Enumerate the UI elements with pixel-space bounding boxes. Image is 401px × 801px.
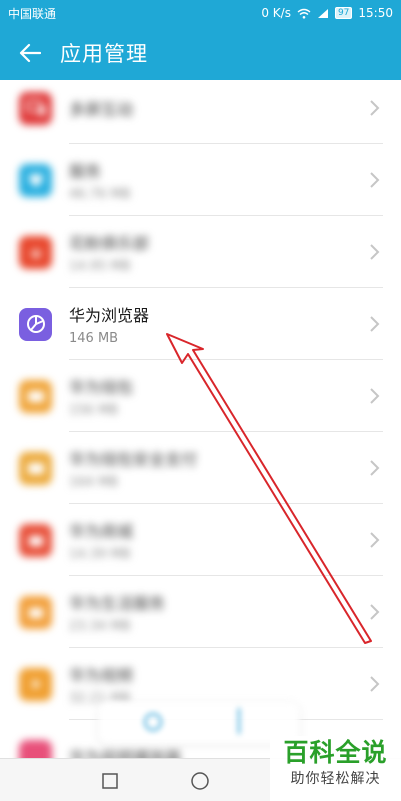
list-item-huawei-browser[interactable]: 华为浏览器 146 MB	[0, 288, 401, 360]
chevron-right-icon	[370, 244, 380, 260]
list-item-text: 华为生活服务 23.34 MB	[69, 576, 165, 648]
fans-club-app-icon	[19, 235, 52, 269]
storage-icon	[144, 713, 162, 731]
clock: 15:50	[358, 6, 393, 20]
carrier-label: 中国联通	[8, 6, 57, 21]
app-name: 华为视频播放器	[69, 748, 182, 758]
wallet-app-icon	[19, 379, 52, 413]
chevron-right-icon	[370, 460, 380, 476]
app-name: 华为浏览器	[69, 306, 150, 325]
chevron-right-icon	[370, 676, 380, 692]
arrow-left-icon	[19, 43, 41, 63]
home-button[interactable]	[170, 759, 230, 801]
app-size: 46.76 MB	[69, 187, 131, 202]
app-name: 华为商城	[69, 522, 134, 541]
list-item-text: 华为商城 14.39 MB	[69, 504, 133, 576]
browser-app-icon	[19, 307, 52, 341]
list-item[interactable]: 花粉俱乐部 14.95 MB	[0, 216, 401, 288]
app-size: 146 MB	[69, 331, 119, 346]
wallet-pay-app-icon	[19, 451, 52, 485]
square-icon	[102, 772, 118, 789]
app-size: 14.95 MB	[69, 259, 131, 274]
watermark: 百科全说 助你轻松解决	[270, 736, 401, 801]
service-app-icon	[19, 163, 52, 197]
watermark-subtitle: 助你轻松解决	[290, 771, 381, 787]
more-icon	[238, 708, 240, 734]
chevron-right-icon	[370, 172, 380, 188]
battery-icon: 97	[334, 7, 353, 19]
list-item-text: 多屏互动	[69, 80, 133, 144]
list-item-text: 服务 46.76 MB	[69, 144, 130, 216]
list-item-text: 华为浏览器 146 MB	[69, 288, 149, 360]
app-size: 14.39 MB	[69, 547, 131, 562]
status-right: 0 K/s 97 15:50	[261, 6, 393, 20]
app-name: 华为钱包	[69, 378, 134, 397]
app-size: 23.34 MB	[69, 619, 131, 634]
chevron-right-icon	[370, 316, 380, 332]
app-name: 华为视频	[69, 666, 134, 685]
mall-app-icon	[19, 523, 52, 557]
circle-icon	[191, 771, 209, 790]
list-item[interactable]: 多屏互动	[0, 80, 401, 144]
wifi-icon	[297, 8, 311, 19]
app-name: 多屏互动	[69, 100, 134, 119]
multiscreen-app-icon	[19, 91, 52, 125]
app-bar: 应用管理	[0, 26, 401, 80]
life-service-app-icon	[19, 595, 52, 629]
list-item-text: 华为钱包安全支付 164 MB	[69, 432, 197, 504]
app-list[interactable]: 多屏互动 服务 46.76 MB 花粉俱乐部 14.95 MB 华为浏览器 14…	[0, 80, 401, 758]
net-speed: 0 K/s	[261, 6, 291, 20]
chevron-right-icon	[370, 604, 380, 620]
signal-icon	[317, 8, 328, 18]
recent-apps-button[interactable]	[80, 759, 140, 801]
chevron-right-icon	[370, 100, 380, 116]
status-bar: 中国联通 0 K/s 97 15:50	[0, 0, 401, 26]
app-name: 华为钱包安全支付	[69, 450, 198, 469]
app-name: 花粉俱乐部	[69, 234, 150, 253]
app-name: 华为生活服务	[69, 594, 166, 613]
list-item[interactable]: 华为生活服务 23.34 MB	[0, 576, 401, 648]
chevron-right-icon	[370, 388, 380, 404]
list-item[interactable]: 华为钱包安全支付 164 MB	[0, 432, 401, 504]
video-player-app-icon	[19, 739, 52, 758]
page-title: 应用管理	[60, 42, 148, 66]
back-button[interactable]	[0, 26, 60, 80]
app-name: 服务	[69, 162, 102, 181]
list-item[interactable]: 华为商城 14.39 MB	[0, 504, 401, 576]
list-item[interactable]: 服务 46.76 MB	[0, 144, 401, 216]
app-size: 164 MB	[69, 475, 119, 490]
app-size: 156 MB	[69, 403, 119, 418]
list-item-text: 花粉俱乐部 14.95 MB	[69, 216, 149, 288]
watermark-title: 百科全说	[283, 738, 388, 767]
list-item-text: 华为钱包 156 MB	[69, 360, 133, 432]
list-item[interactable]: 华为钱包 156 MB	[0, 360, 401, 432]
chevron-right-icon	[370, 532, 380, 548]
video-app-icon	[19, 667, 52, 701]
